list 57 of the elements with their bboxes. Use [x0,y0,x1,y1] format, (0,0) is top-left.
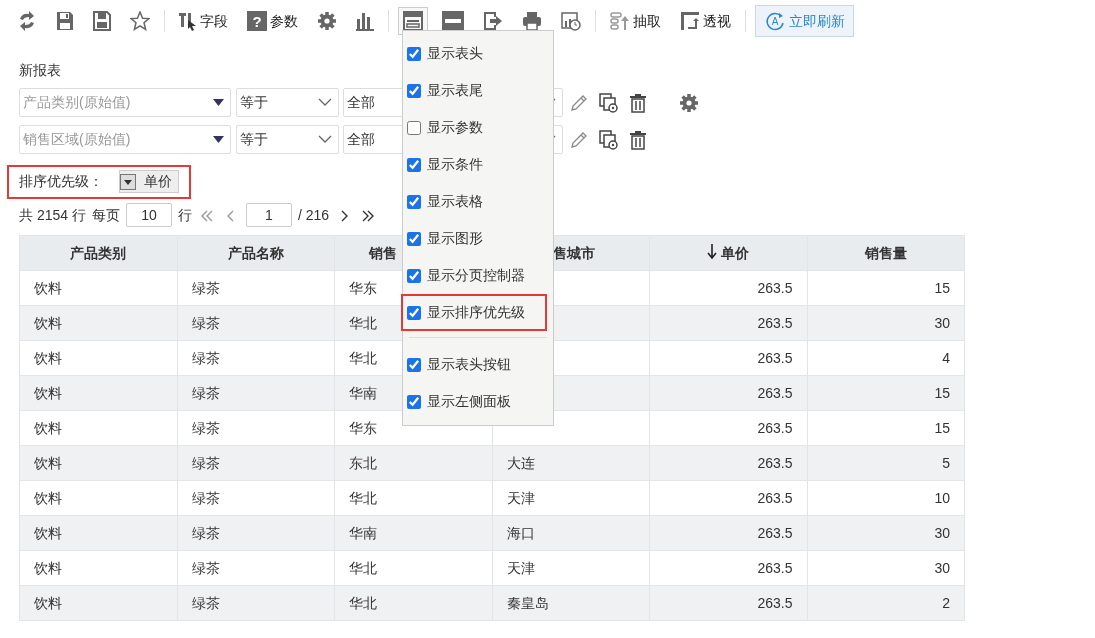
table-cell: 263.5 [649,305,807,341]
table-cell: 秦皇岛 [492,585,650,621]
table-cell: 绿茶 [177,550,335,586]
table-cell: 15 [807,375,965,411]
table-cell: 绿茶 [177,515,335,551]
total-rows-text: 共 2154 行 [19,205,86,225]
table-cell: 263.5 [649,585,807,621]
table-cell: 263.5 [649,410,807,446]
table-cell: 4 [807,340,965,376]
table-cell: 绿茶 [177,340,335,376]
table-cell: 东北 [334,445,492,481]
table-cell: 饮料 [19,375,177,411]
table-cell: 263.5 [649,515,807,551]
table-cell: 绿茶 [177,445,335,481]
table-cell: 海口 [492,515,650,551]
table-cell: 263.5 [649,375,807,411]
table-cell: 263.5 [649,480,807,516]
table-cell: 30 [807,550,965,586]
table-cell: 天津 [492,480,650,516]
table-cell: 天津 [492,550,650,586]
table-cell: 15 [807,410,965,446]
table-cell: 饮料 [19,270,177,306]
table-cell: 绿茶 [177,305,335,341]
table-cell: 15 [807,270,965,306]
table-cell: 绿茶 [177,410,335,446]
table-cell: 绿茶 [177,480,335,516]
table-cell: 饮料 [19,550,177,586]
table-cell: 263.5 [649,270,807,306]
table-cell: 饮料 [19,480,177,516]
table-cell: 30 [807,305,965,341]
table-cell: 华南 [334,515,492,551]
table-cell: 5 [807,445,965,481]
table-cell: 10 [807,480,965,516]
table-cell: 2 [807,585,965,621]
rows-label: 行 [177,205,192,225]
table-cell: 263.5 [649,550,807,586]
report-title: 新报表 [19,61,62,80]
question-icon: ? [247,11,267,31]
page-count-text: / 216 [297,205,330,225]
table-cell: 30 [807,515,965,551]
table-cell: 绿茶 [177,270,335,306]
table-cell: 263.5 [649,445,807,481]
per-page-label: 每页 [91,205,120,225]
table-cell: 饮料 [19,340,177,376]
table-cell: 饮料 [19,515,177,551]
table-cell: 绿茶 [177,585,335,621]
sort-priority-label: 排序优先级： [19,172,103,191]
table-cell: 饮料 [19,305,177,341]
table-cell: 华北 [334,480,492,516]
table-cell: 饮料 [19,445,177,481]
table-cell: 华北 [334,585,492,621]
table-cell: 饮料 [19,585,177,621]
table-cell: 绿茶 [177,375,335,411]
table-cell: 263.5 [649,340,807,376]
table-cell: 华北 [334,550,492,586]
table-cell: 饮料 [19,410,177,446]
table-cell: 大连 [492,445,650,481]
